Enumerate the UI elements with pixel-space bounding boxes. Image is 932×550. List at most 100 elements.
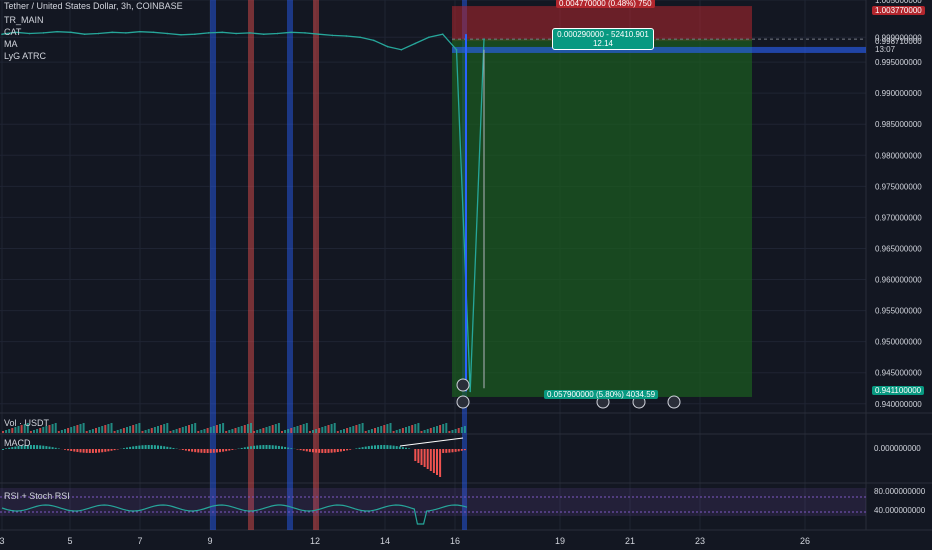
price-tick-label: 0.940000000: [875, 400, 922, 409]
macd-bar: [51, 447, 54, 449]
event-band: [287, 0, 293, 530]
volume-bar: [436, 426, 438, 433]
macd-bar: [163, 446, 166, 449]
volume-bar: [8, 429, 11, 433]
volume-bar: [299, 425, 302, 433]
macd-bar: [82, 449, 85, 453]
macd-bar: [277, 445, 280, 449]
macd-bar: [318, 449, 321, 453]
volume-bar: [79, 424, 82, 433]
macd-bar: [160, 445, 163, 449]
macd-bar: [355, 448, 358, 449]
macd-bar: [246, 446, 249, 449]
price-point: [221, 31, 224, 34]
macd-bar: [184, 449, 187, 451]
price-point: [414, 42, 416, 45]
volume-bar: [166, 423, 169, 433]
macd-bar: [253, 445, 256, 449]
volume-bar: [457, 428, 460, 433]
volume-bar: [343, 429, 345, 433]
volume-bar: [377, 427, 380, 433]
volume-bar: [64, 429, 66, 433]
rsi-upper-value: 80.000000000: [874, 487, 926, 496]
macd-bar: [153, 445, 156, 449]
volume-bar: [330, 424, 333, 433]
volume-bar: [253, 431, 256, 433]
volume-bar: [380, 426, 383, 433]
macd-bar: [250, 446, 252, 449]
volume-bar: [290, 428, 293, 433]
macd-bar: [42, 445, 45, 449]
volume-bar: [420, 431, 423, 433]
macd-bar: [147, 445, 150, 449]
volume-pane-label[interactable]: Vol · USDT: [4, 418, 49, 428]
macd-bar: [107, 449, 110, 452]
macd-bar: [57, 448, 60, 449]
price-point: [125, 32, 127, 34]
price-point: [317, 33, 320, 35]
volume-bar: [318, 428, 321, 433]
price-point: [166, 32, 169, 35]
rsi-pane-label[interactable]: RSI + Stoch RSI: [4, 491, 70, 501]
macd-bar: [454, 449, 457, 452]
macd-bar: [132, 446, 135, 449]
volume-bar: [358, 424, 361, 433]
macd-bar: [48, 446, 51, 449]
volume-bar: [51, 424, 54, 433]
flag-event-icon: [667, 395, 681, 409]
volume-bar: [426, 429, 429, 433]
entry-position-box[interactable]: 0.000290000 - 52410.901 12.14: [552, 28, 654, 50]
rsi-lower-value: 40.000000000: [874, 506, 926, 515]
volume-bar: [209, 427, 212, 433]
macd-bar: [374, 445, 376, 449]
macd-bar: [308, 449, 311, 452]
volume-bar: [355, 425, 358, 433]
price-point: [304, 32, 306, 34]
volume-bar: [98, 427, 101, 433]
volume-bar: [147, 429, 150, 433]
volume-bar: [395, 430, 398, 433]
macd-bar: [395, 446, 398, 449]
stop-loss-label[interactable]: 0.004770000 (0.48%) 750: [556, 0, 655, 8]
volume-bar: [116, 430, 119, 433]
volume-bar: [339, 430, 342, 433]
volume-bar: [463, 426, 466, 433]
macd-axis-value: 0.000000000: [874, 444, 921, 453]
macd-bar: [463, 449, 466, 451]
volume-bar: [305, 423, 308, 433]
macd-bar: [181, 449, 184, 450]
macd-bar: [45, 446, 48, 449]
macd-bar: [380, 445, 383, 449]
blue-level-band: [452, 46, 866, 53]
macd-pane-label[interactable]: MACD: [4, 438, 31, 448]
time-tick-label: 26: [800, 536, 810, 546]
macd-bar: [110, 449, 113, 451]
price-tick-label: 0.960000000: [875, 276, 922, 285]
volume-bar: [188, 425, 190, 433]
macd-bar: [420, 449, 423, 465]
indicator-cat[interactable]: CAT: [4, 27, 21, 37]
volume-bar: [287, 429, 290, 433]
volume-bar: [82, 423, 85, 433]
indicator-ma[interactable]: MA: [4, 39, 18, 49]
entry-sublabel: 12.14: [592, 39, 614, 48]
volume-bar: [327, 425, 330, 433]
macd-bar: [231, 449, 234, 450]
macd-bar: [191, 449, 194, 452]
indicator-tr-main[interactable]: TR_MAIN: [4, 15, 44, 25]
price-point: [428, 36, 430, 39]
target-label[interactable]: 0.057900000 (5.80%) 4034.59: [544, 390, 659, 399]
macd-bar: [166, 446, 169, 449]
macd-bar: [172, 447, 175, 449]
volume-bar: [386, 424, 389, 433]
volume-bar: [259, 429, 262, 433]
time-tick-label: 7: [137, 536, 142, 546]
target-zone: [452, 39, 752, 397]
macd-bar: [417, 449, 420, 463]
price-point: [469, 390, 472, 393]
macd-bar: [54, 447, 57, 449]
target-price-tag: 0.941100000: [872, 386, 925, 395]
indicator-lyg-atrc[interactable]: LyG ATRC: [4, 51, 46, 61]
price-point: [386, 45, 389, 48]
macd-bar: [271, 445, 274, 449]
